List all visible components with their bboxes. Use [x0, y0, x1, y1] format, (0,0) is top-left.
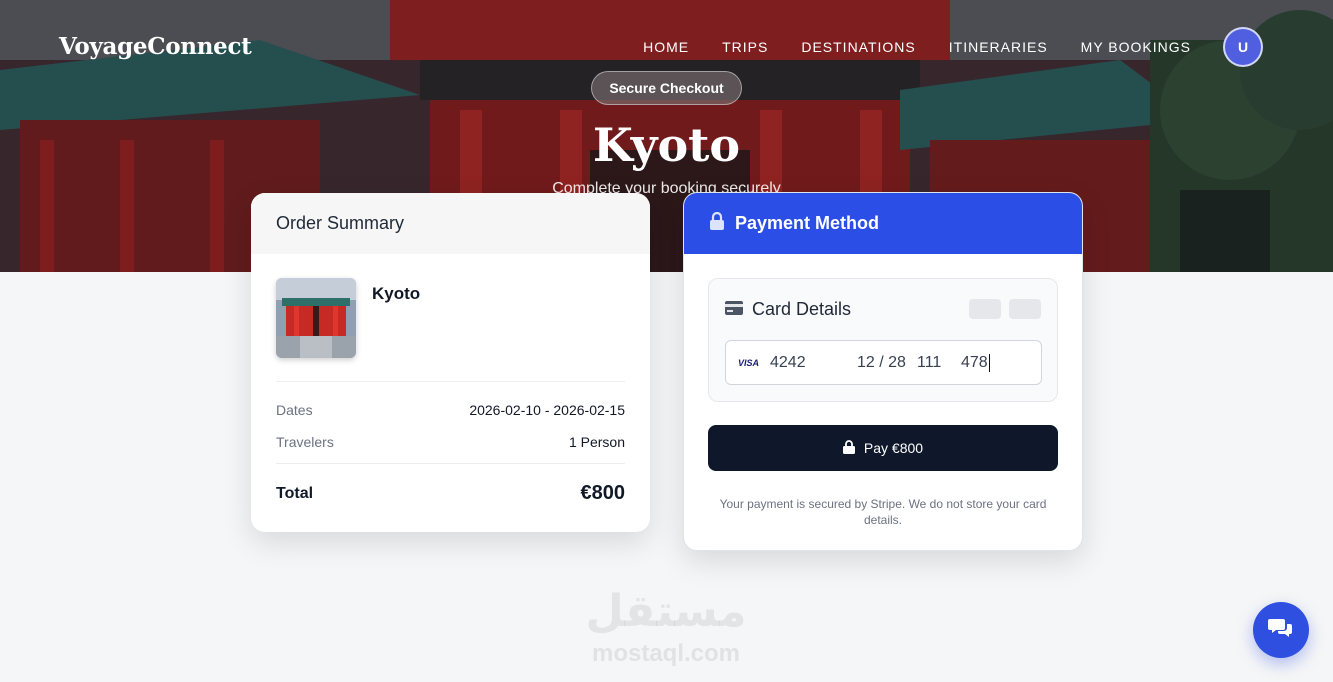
- card-details-title: Card Details: [725, 299, 851, 320]
- dates-value: 2026-02-10 - 2026-02-15: [469, 402, 625, 418]
- lock-icon: [842, 439, 855, 457]
- lock-icon: [709, 211, 725, 235]
- card-details-box: Card Details VISA 4242 12 / 28 111 478: [708, 278, 1058, 402]
- secure-checkout-badge: Secure Checkout: [591, 71, 742, 105]
- total-row: Total €800: [276, 482, 625, 505]
- card-brand-placeholder: [1009, 299, 1041, 319]
- travelers-value: 1 Person: [568, 434, 625, 450]
- nav-my-bookings-link[interactable]: MY BOOKINGS: [1081, 39, 1191, 55]
- summary-divider: [276, 381, 625, 382]
- nav-home-link[interactable]: HOME: [643, 39, 689, 55]
- nav-links: HOME TRIPS DESTINATIONS ITINERARIES MY B…: [643, 39, 1191, 55]
- travelers-row: Travelers 1 Person: [276, 434, 625, 450]
- summary-divider: [276, 463, 625, 464]
- nav-itineraries-link[interactable]: ITINERARIES: [949, 39, 1048, 55]
- trip-item: Kyoto: [276, 278, 420, 358]
- trip-thumbnail: [276, 278, 356, 358]
- brand-logo[interactable]: VoyageConnect: [59, 33, 252, 60]
- payment-method-header: Payment Method: [684, 193, 1082, 254]
- card-expiry-input[interactable]: 12 / 28: [857, 354, 917, 372]
- page-subtitle: Complete your booking securely: [552, 180, 781, 197]
- card-zip-input[interactable]: 478: [961, 353, 990, 372]
- nav-destinations-link[interactable]: DESTINATIONS: [801, 39, 915, 55]
- watermark-latin: mostaql.com: [591, 640, 741, 667]
- card-details-label: Card Details: [752, 299, 852, 319]
- secure-payment-note: Your payment is secured by Stripe. We do…: [719, 497, 1047, 527]
- dates-row: Dates 2026-02-10 - 2026-02-15: [276, 402, 625, 418]
- chat-button[interactable]: [1253, 602, 1309, 658]
- card-input-field[interactable]: VISA 4242 12 / 28 111 478: [725, 340, 1042, 385]
- page-title: Kyoto: [592, 118, 741, 172]
- total-label: Total: [276, 484, 314, 502]
- total-value: €800: [580, 482, 626, 504]
- dates-label: Dates: [276, 402, 313, 418]
- pay-button[interactable]: Pay €800: [708, 425, 1058, 471]
- order-summary-heading: Order Summary: [251, 193, 650, 254]
- payment-method-card: Payment Method Card Details VISA 4242 12…: [683, 192, 1083, 551]
- card-cvc-input[interactable]: 111: [917, 354, 961, 372]
- card-brand-placeholders: [969, 299, 1041, 319]
- nav-trips-link[interactable]: TRIPS: [722, 39, 768, 55]
- payment-method-heading: Payment Method: [735, 213, 880, 233]
- watermark-arabic: مستقل: [585, 586, 747, 637]
- chat-icon: [1268, 617, 1294, 644]
- pay-button-label: Pay €800: [863, 440, 924, 456]
- card-brand-placeholder: [969, 299, 1001, 319]
- trip-name: Kyoto: [372, 284, 421, 303]
- travelers-label: Travelers: [276, 434, 334, 450]
- visa-icon: VISA: [738, 357, 760, 368]
- order-summary-card: Order Summary Kyoto Dates 2026-02-10 - 2…: [251, 193, 650, 532]
- credit-card-icon: [725, 299, 743, 320]
- card-number-input[interactable]: 4242: [770, 354, 857, 372]
- user-avatar[interactable]: U: [1223, 27, 1263, 67]
